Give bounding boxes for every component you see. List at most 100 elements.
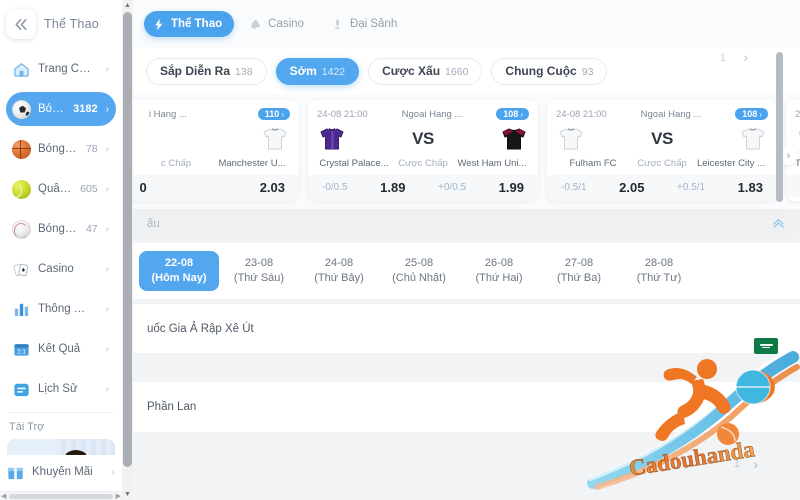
- chip-cuoc-xau[interactable]: Cược Xấu 1660: [368, 57, 483, 85]
- home-team-name: Fulham FC: [569, 157, 617, 169]
- sidebar-item-label: Lịch Sử: [38, 383, 78, 395]
- tab-casino[interactable]: Casino: [241, 11, 316, 37]
- away-odds[interactable]: 2.03: [260, 180, 285, 195]
- carousel-scrollbar-thumb[interactable]: [776, 52, 783, 202]
- away-team-shirt-icon: [263, 128, 287, 150]
- home-odds[interactable]: 0: [139, 180, 146, 195]
- sidebar-item-count: 78: [85, 143, 98, 155]
- date-value: 27-08: [564, 257, 594, 269]
- match-card-names: Fulham FC Cược Chấp Leicester City ...: [556, 156, 768, 170]
- sidebar-item-casino[interactable]: Casino ›: [6, 252, 116, 286]
- sidebar-item-ket-qua[interactable]: 2:1 Kết Quả ›: [6, 332, 116, 366]
- away-odds[interactable]: 1.99: [499, 180, 524, 195]
- scroll-left-arrow-icon[interactable]: ◀: [1, 493, 6, 500]
- sidebar-item-count: 47: [85, 223, 98, 235]
- sidebar-item-bong-chay[interactable]: Bóng Chày 47 ›: [6, 212, 116, 246]
- date-item-28-08[interactable]: 28-08 (Thứ Tư): [619, 251, 699, 291]
- bet-type-label: Cược Chấp: [637, 157, 687, 169]
- match-league: Ngoai Hang ...: [401, 108, 463, 120]
- date-item-27-08[interactable]: 27-08 (Thứ Ba): [539, 251, 619, 291]
- chip-sap-dien-ra[interactable]: Sắp Diễn Ra 138: [146, 57, 267, 85]
- sidebar-item-quan-vot[interactable]: Quần Vợt 605 ›: [6, 172, 116, 206]
- home-handicap: -0.5/1: [561, 182, 587, 193]
- collapsed-section-bar[interactable]: ấu: [133, 209, 800, 239]
- date-item-23-08[interactable]: 23-08 (Thứ Sáu): [219, 251, 299, 291]
- casino-cards-icon: [12, 260, 31, 279]
- match-carousel-track[interactable]: i Hang ... 110 › /S: [133, 100, 800, 201]
- flag-stripe: [759, 343, 773, 346]
- date-value: 24-08: [324, 257, 354, 269]
- match-time: 24-08 21:00: [556, 108, 607, 120]
- home-odds[interactable]: 2.05: [619, 180, 644, 195]
- away-handicap: +0/0.5: [438, 182, 467, 193]
- match-card-header: 24-08 21:00 Ngoai Hang ... 108 ›: [317, 107, 529, 121]
- sidebar-item-bong-da[interactable]: Bóng Đá 3182 ›: [6, 92, 116, 126]
- away-odds[interactable]: 1.83: [738, 180, 763, 195]
- carousel-vertical-scrollbar[interactable]: [776, 52, 783, 222]
- scroll-up-arrow-icon[interactable]: ▲: [124, 0, 131, 11]
- market-count: 108: [742, 109, 758, 119]
- match-card[interactable]: i Hang ... 110 › /S: [133, 100, 299, 201]
- chip-chung-cuoc[interactable]: Chung Cuộc 93: [491, 57, 608, 85]
- page-vertical-scrollbar[interactable]: ▲ ▼: [122, 0, 133, 500]
- chip-som[interactable]: Sớm 1422: [275, 57, 360, 85]
- tab-the-thao[interactable]: Thể Thao: [144, 11, 235, 37]
- chevron-right-icon: ›: [281, 109, 284, 119]
- bar-chart-icon: [12, 300, 31, 319]
- date-value: 22-08: [164, 257, 194, 269]
- sidebar-item-label: Casino: [38, 263, 74, 275]
- date-item-24-08[interactable]: 24-08 (Thứ Bảy): [299, 251, 379, 291]
- football-icon: [12, 99, 31, 119]
- league-row[interactable]: uốc Gia Ả Rập Xê Út: [133, 304, 800, 354]
- date-day: (Hôm Nay): [151, 272, 207, 284]
- tab-label: Casino: [268, 18, 304, 30]
- away-team-shirt-icon: [502, 128, 526, 150]
- match-time: 24-08 21: [795, 108, 800, 120]
- chevron-double-left-icon: [15, 18, 27, 30]
- sidebar: Thể Thao Trang Chủ › Bóng Đá 3182: [0, 0, 122, 500]
- market-count: 110: [264, 109, 280, 119]
- tab-dai-sanh[interactable]: Đại Sảnh: [323, 11, 409, 37]
- date-day: (Chủ Nhật): [392, 272, 446, 284]
- vs-label: VS: [412, 129, 434, 148]
- market-count-badge[interactable]: 110 ›: [257, 108, 290, 120]
- svg-text:2:1: 2:1: [17, 348, 26, 355]
- date-item-25-08[interactable]: 25-08 (Chủ Nhật): [379, 251, 459, 291]
- collapsed-section-label: ấu: [147, 218, 160, 230]
- sidebar-item-bong-ro[interactable]: Bóng Rổ 78 ›: [6, 132, 116, 166]
- market-count-badge[interactable]: 108 ›: [735, 108, 768, 120]
- scroll-down-arrow-icon[interactable]: ▼: [124, 489, 131, 500]
- match-card-names: Crystal Palace... Cược Chấp West Ham Uni…: [317, 156, 529, 170]
- sidebar-item-lich-su[interactable]: Lịch Sử ›: [6, 372, 116, 406]
- chevron-right-icon: ›: [105, 383, 109, 395]
- date-item-26-08[interactable]: 26-08 (Thứ Hai): [459, 251, 539, 291]
- sidebar-item-label: Quần Vợt: [38, 183, 73, 195]
- match-card[interactable]: 24-08 21:00 Ngoai Hang ... 108 › VS Fulh…: [547, 100, 777, 201]
- date-value: 26-08: [484, 257, 514, 269]
- match-card-header: 24-08 21: [795, 107, 800, 121]
- home-odds[interactable]: 1.89: [380, 180, 405, 195]
- list-gap-band: [133, 432, 800, 460]
- date-value: 28-08: [644, 257, 674, 269]
- watermark-number: 1: [719, 52, 726, 64]
- sidebar-item-khuyen-mai[interactable]: Khuyến Mãi ›: [0, 455, 122, 489]
- chip-count: 93: [581, 65, 594, 78]
- match-card-names: c Chấp Manchester U...: [133, 156, 290, 170]
- calendar-icon: 2:1: [12, 340, 31, 359]
- page-scrollbar-thumb[interactable]: [123, 12, 132, 467]
- chevron-right-icon: ›: [105, 303, 109, 315]
- date-item-22-08[interactable]: 22-08 (Hôm Nay): [139, 251, 219, 291]
- chevron-right-icon: ›: [111, 466, 115, 478]
- league-row[interactable]: Phần Lan: [133, 382, 800, 432]
- filter-chip-row: Sắp Diễn Ra 138 Sớm 1422 Cược Xấu 1660 C…: [133, 48, 800, 94]
- scroll-right-arrow-icon[interactable]: ▶: [116, 493, 121, 500]
- sidebar-item-thong-tin-tran[interactable]: Thông Tin Trận ... ›: [6, 292, 116, 326]
- market-count-badge[interactable]: 108 ›: [496, 108, 529, 120]
- match-card[interactable]: 24-08 21:00 Ngoai Hang ... 108 › VS Crys…: [308, 100, 538, 201]
- sidebar-horizontal-scrollbar[interactable]: ◀ ▶: [0, 491, 122, 500]
- sidebar-nav-list: Trang Chủ › Bóng Đá 3182 › Bóng Rổ 78 ›: [0, 48, 122, 406]
- date-value: 25-08: [404, 257, 434, 269]
- sidebar-collapse-button[interactable]: [6, 9, 36, 39]
- sidebar-item-trang-chu[interactable]: Trang Chủ ›: [6, 52, 116, 86]
- scrollbar-thumb[interactable]: [9, 494, 113, 499]
